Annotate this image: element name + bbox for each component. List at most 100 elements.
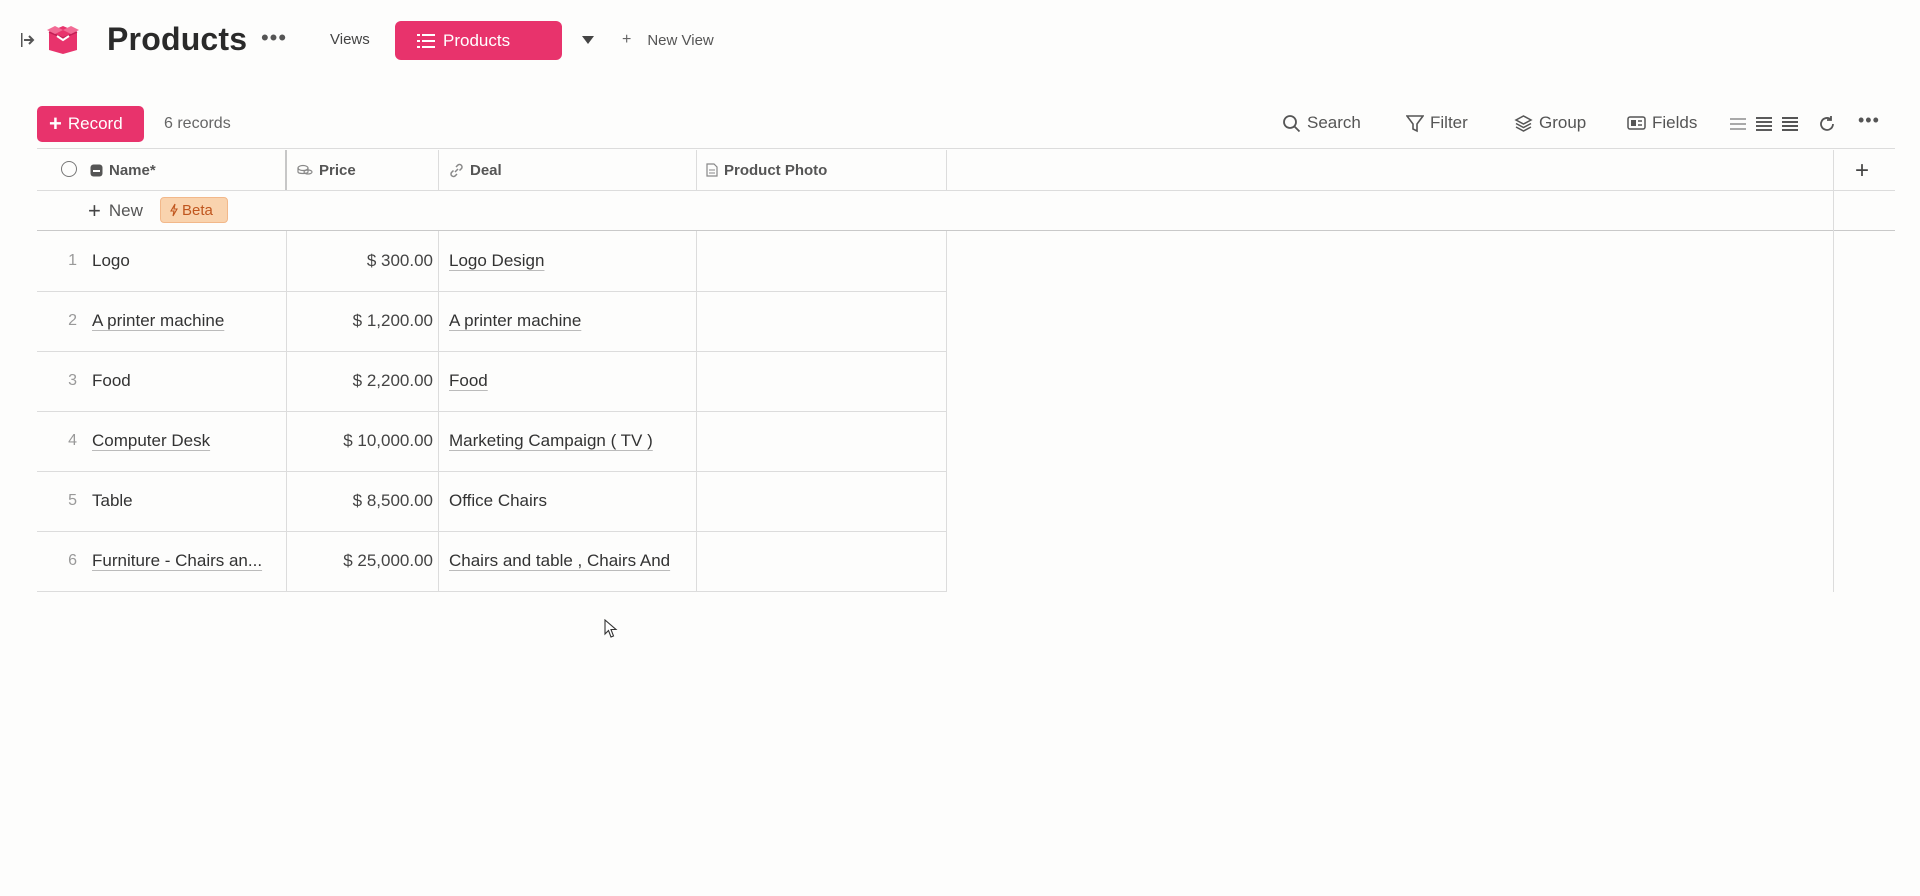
column-header-deal[interactable]: Deal — [449, 150, 502, 190]
new-view-label: New View — [647, 31, 714, 49]
file-icon — [706, 163, 718, 177]
row-number: 5 — [68, 492, 77, 509]
filter-label: Filter — [1430, 113, 1468, 132]
more-options-icon[interactable]: ••• — [261, 25, 286, 50]
fields-button[interactable]: Fields — [1627, 113, 1697, 133]
page-title: Products — [107, 21, 248, 57]
density-compact-icon[interactable] — [1729, 116, 1747, 132]
deal-link[interactable]: Chairs and table , Chairs And — [449, 551, 670, 571]
column-header-price[interactable]: Price — [297, 150, 356, 190]
beta-badge: Beta — [160, 197, 228, 223]
column-header-name[interactable]: Name* — [90, 150, 156, 190]
deal-link[interactable]: Logo Design — [449, 251, 544, 271]
column-photo-label: Product Photo — [724, 161, 828, 179]
cell-price[interactable]: $ 10,000.00 — [287, 411, 433, 471]
table-row[interactable]: 5 Table $ 8,500.00 Office Chairs — [37, 471, 947, 531]
row-number: 1 — [68, 252, 77, 269]
toolbar: + Record 6 records Search Filter Group F… — [0, 104, 1920, 144]
records-count: 6 records — [164, 115, 231, 132]
density-expanded-icon[interactable] — [1781, 116, 1799, 132]
view-tab-label: Products — [443, 30, 511, 50]
name-link[interactable]: A printer machine — [92, 311, 224, 331]
cell-deal[interactable]: Food — [449, 351, 694, 411]
cell-deal[interactable]: Office Chairs — [449, 471, 694, 531]
new-row-button[interactable]: + New — [88, 198, 143, 224]
cell-price[interactable]: $ 1,200.00 — [287, 291, 433, 351]
group-label: Group — [1539, 113, 1587, 132]
cell-name[interactable]: Food — [92, 351, 272, 411]
column-price-label: Price — [319, 161, 356, 179]
deal-link[interactable]: Food — [449, 371, 488, 391]
cell-deal[interactable]: Chairs and table , Chairs And — [449, 531, 694, 591]
cell-name[interactable]: Furniture - Chairs an... — [92, 531, 272, 591]
deal-link[interactable]: A printer machine — [449, 311, 581, 331]
plus-icon: + — [622, 31, 632, 48]
plus-icon: + — [49, 111, 62, 136]
cell-name[interactable]: Table — [92, 471, 272, 531]
row-number: 4 — [68, 432, 77, 449]
page: Products ••• Views Products + New View +… — [0, 0, 1920, 896]
currency-icon — [297, 164, 313, 175]
row-divider — [37, 591, 947, 592]
cell-price[interactable]: $ 8,500.00 — [287, 471, 433, 531]
table-row[interactable]: 1 Logo $ 300.00 Logo Design — [37, 231, 947, 291]
cell-price[interactable]: $ 300.00 — [287, 231, 433, 291]
header: Products ••• Views Products + New View — [0, 0, 1920, 82]
cell-deal[interactable]: Logo Design — [449, 231, 694, 291]
fields-label: Fields — [1652, 113, 1698, 132]
plus-icon: + — [88, 198, 101, 223]
fields-icon — [1627, 116, 1646, 130]
new-view-button[interactable]: + New View — [622, 31, 714, 49]
cell-deal[interactable]: Marketing Campaign ( TV ) — [449, 411, 694, 471]
table-top-border — [37, 148, 1895, 149]
cell-price[interactable]: $ 25,000.00 — [287, 531, 433, 591]
density-medium-icon[interactable] — [1755, 116, 1773, 132]
cell-name[interactable]: Logo — [92, 231, 272, 291]
column-divider — [1833, 150, 1834, 592]
search-label: Search — [1307, 113, 1361, 132]
cell-name[interactable]: Computer Desk — [92, 411, 272, 471]
deal-link[interactable]: Marketing Campaign ( TV ) — [449, 431, 653, 451]
table-row[interactable]: 2 A printer machine $ 1,200.00 A printer… — [37, 291, 947, 351]
group-button[interactable]: Group — [1514, 113, 1586, 133]
table-row[interactable]: 3 Food $ 2,200.00 Food — [37, 351, 947, 411]
record-button-label: Record — [67, 114, 123, 133]
filter-icon — [1406, 114, 1424, 132]
row-number: 2 — [68, 312, 77, 329]
views-label[interactable]: Views — [330, 31, 370, 48]
sidebar-toggle-icon[interactable] — [20, 30, 36, 50]
beta-label: Beta — [182, 201, 213, 219]
select-all-checkbox[interactable] — [61, 161, 77, 177]
add-record-button[interactable]: + Record — [37, 106, 144, 142]
column-resize-handle[interactable] — [285, 150, 287, 190]
search-button[interactable]: Search — [1282, 113, 1361, 133]
header-bottom-border — [37, 190, 1895, 191]
more-options-icon[interactable]: ••• — [1858, 110, 1880, 131]
column-deal-label: Deal — [470, 161, 502, 179]
new-row-label: New — [108, 201, 143, 220]
row-number: 6 — [68, 552, 77, 569]
mouse-cursor-icon — [604, 619, 618, 638]
search-icon — [1283, 114, 1301, 132]
name-link[interactable]: Furniture - Chairs an... — [92, 551, 262, 571]
view-tab-products[interactable]: Products — [395, 21, 562, 60]
column-header-product-photo[interactable]: Product Photo — [706, 150, 827, 190]
refresh-icon[interactable] — [1817, 114, 1837, 134]
column-divider — [946, 150, 947, 190]
column-divider — [438, 150, 439, 190]
table-row[interactable]: 4 Computer Desk $ 10,000.00 Marketing Ca… — [37, 411, 947, 471]
product-box-icon — [47, 26, 79, 54]
text-field-icon — [90, 164, 103, 176]
cell-deal[interactable]: A printer machine — [449, 291, 694, 351]
cell-price[interactable]: $ 2,200.00 — [287, 351, 433, 411]
list-view-icon — [417, 33, 435, 48]
lightning-icon — [170, 203, 178, 217]
name-link[interactable]: Computer Desk — [92, 431, 210, 451]
cell-name[interactable]: A printer machine — [92, 291, 272, 351]
link-icon — [450, 163, 463, 177]
table-row[interactable]: 6 Furniture - Chairs an... $ 25,000.00 C… — [37, 531, 947, 591]
layers-icon — [1514, 114, 1533, 132]
chevron-down-icon[interactable] — [580, 34, 596, 46]
filter-button[interactable]: Filter — [1406, 113, 1468, 133]
add-column-button[interactable]: + — [1855, 157, 1869, 185]
